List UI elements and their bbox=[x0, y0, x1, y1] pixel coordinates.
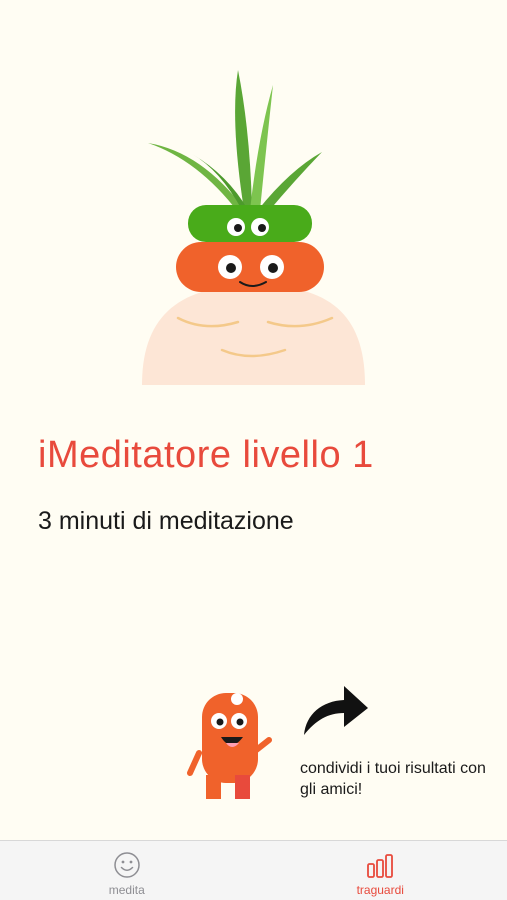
achievement-title: iMeditatore livello 1 bbox=[38, 434, 374, 476]
share-results-link[interactable]: condividi i tuoi risultati con gli amici… bbox=[300, 758, 500, 800]
tab-traguardi[interactable]: traguardi bbox=[254, 841, 507, 900]
achievement-subtitle: 3 minuti di meditazione bbox=[38, 507, 294, 535]
tab-medita-label: medita bbox=[108, 883, 145, 897]
mascot-illustration bbox=[187, 693, 272, 799]
tab-medita[interactable]: medita bbox=[0, 841, 254, 900]
smiley-icon bbox=[114, 852, 140, 878]
tab-traguardi-label: traguardi bbox=[356, 883, 404, 897]
achievement-illustration bbox=[142, 70, 365, 385]
tab-bar: medita traguardi bbox=[0, 840, 507, 900]
share-arrow-icon[interactable] bbox=[298, 680, 373, 740]
bar-chart-icon bbox=[367, 854, 394, 878]
